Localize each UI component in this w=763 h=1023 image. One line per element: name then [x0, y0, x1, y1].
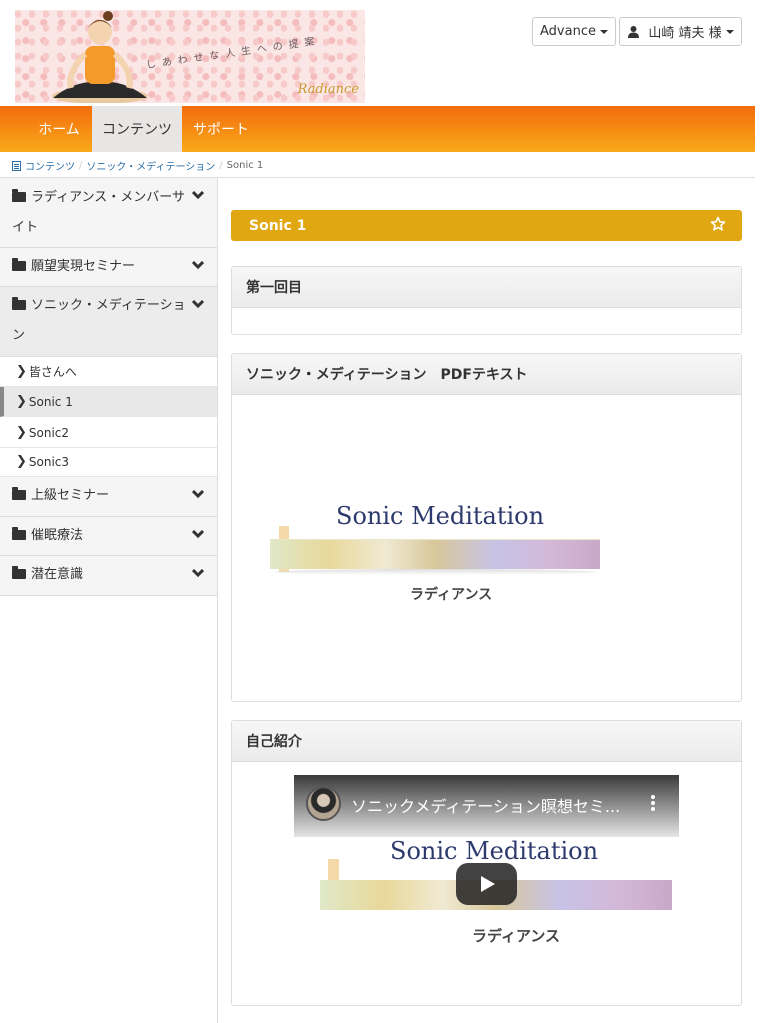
breadcrumb-separator: / — [79, 160, 83, 171]
sidebar-subitem-label: Sonic2 — [28, 425, 70, 440]
image-subtitle: ラディアンス — [410, 587, 493, 603]
sidebar-item-radiance-member-site[interactable]: ラディアンス・メンバーサイト — [0, 178, 217, 248]
sidebar-item-label: ラディアンス・メンバーサイト — [12, 190, 186, 235]
chevron-down-icon — [192, 490, 204, 499]
chevron-right-icon: ❯ — [16, 394, 27, 409]
strip-shadow — [274, 569, 596, 575]
radiance-logo: Radiance — [297, 82, 359, 97]
breadcrumb-sonic-meditation[interactable]: ソニック・メディテーション — [86, 158, 215, 173]
chevron-down-icon — [192, 530, 204, 539]
folder-open-icon — [12, 258, 26, 271]
user-menu-button[interactable]: 山崎 靖夫 様 — [619, 17, 742, 46]
sidebar-subitem-sonic3[interactable]: ❯ Sonic3 — [0, 447, 217, 477]
panel-heading: 第一回目 — [232, 267, 741, 308]
sidebar-subitem-sonic1[interactable]: ❯ Sonic 1 — [0, 387, 217, 417]
list-icon — [12, 160, 21, 171]
chevron-down-icon — [192, 300, 204, 309]
youtube-video-embed[interactable]: Sonic Meditation ラディアンス ソニックメディテーション瞑想セミ… — [294, 775, 679, 958]
advance-label: Advance — [540, 24, 596, 39]
nav-home[interactable]: ホーム — [26, 106, 92, 152]
video-title[interactable]: ソニックメディテーション瞑想セミ... — [351, 793, 620, 817]
main-navbar: ホーム コンテンツ サポート — [0, 106, 755, 152]
chevron-right-icon: ❯ — [16, 425, 27, 440]
chevron-down-icon — [192, 261, 204, 270]
image-title: Sonic Meditation — [336, 502, 545, 530]
star-icon[interactable] — [710, 216, 726, 232]
chevron-down-icon — [192, 569, 204, 578]
folder-open-icon — [12, 487, 26, 500]
chevron-down-icon — [192, 191, 204, 200]
breadcrumb-current: Sonic 1 — [226, 160, 264, 171]
user-name: 山崎 靖夫 様 — [648, 26, 722, 41]
page-title: Sonic 1 — [249, 217, 307, 234]
advance-dropdown-button[interactable]: Advance — [532, 17, 616, 46]
sidebar-item-label: 願望実現セミナー — [31, 259, 136, 274]
folder-open-icon — [12, 297, 26, 310]
page-title-bar: Sonic 1 — [231, 210, 742, 241]
folder-open-icon — [12, 189, 26, 202]
nav-contents[interactable]: コンテンツ — [92, 106, 182, 152]
sidebar-subitem-sonic2[interactable]: ❯ Sonic2 — [0, 418, 217, 448]
chevron-right-icon: ❯ — [16, 454, 27, 469]
sidebar-item-label: 催眠療法 — [31, 528, 84, 543]
nav-support[interactable]: サポート — [182, 106, 260, 152]
channel-avatar[interactable] — [306, 786, 341, 821]
video-image-title: Sonic Meditation — [390, 837, 599, 865]
folder-open-icon — [12, 566, 26, 579]
sonic-meditation-image[interactable]: Sonic Meditation ラディアンス — [270, 502, 600, 604]
caret-down-icon — [725, 29, 734, 34]
panel-pdf-text: ソニック・メディテーション PDFテキスト Sonic Meditation ラ… — [231, 353, 742, 702]
folder-open-icon — [12, 527, 26, 540]
sidebar-item-advanced-seminar[interactable]: 上級セミナー — [0, 477, 217, 517]
header: しあわせな人生への提案 Radiance Advance 山崎 靖夫 様 — [0, 0, 763, 106]
site-banner[interactable]: しあわせな人生への提案 Radiance — [15, 10, 365, 103]
panel-heading: 自己紹介 — [232, 721, 741, 762]
user-icon — [628, 26, 640, 38]
caret-down-icon — [599, 29, 608, 34]
video-image-subtitle: ラディアンス — [472, 927, 561, 945]
panel-self-introduction: 自己紹介 Sonic Meditation ラディアンス ソニックメディテーショ… — [231, 720, 742, 1006]
sidebar-item-subconscious[interactable]: 潜在意識 — [0, 556, 217, 596]
breadcrumb-separator: / — [219, 160, 223, 171]
sidebar-item-label: ソニック・メディテーション — [12, 298, 186, 343]
sidebar-subitem-label: Sonic 1 — [28, 394, 73, 409]
sidebar-item-wish-seminar[interactable]: 願望実現セミナー — [0, 248, 217, 287]
panel-first-session: 第一回目 — [231, 266, 742, 335]
breadcrumb: コンテンツ / ソニック・メディテーション / Sonic 1 — [12, 158, 263, 173]
sidebar-item-sonic-meditation[interactable]: ソニック・メディテーション — [0, 287, 217, 357]
decorative-strip — [270, 539, 600, 569]
chevron-right-icon: ❯ — [16, 364, 27, 379]
sidebar: ラディアンス・メンバーサイト 願望実現セミナー ソニック・メディテーション ❯ 皆… — [0, 178, 218, 1023]
sidebar-item-label: 潜在意識 — [31, 567, 84, 582]
sidebar-item-hypnotherapy[interactable]: 催眠療法 — [0, 517, 217, 556]
panel-heading: ソニック・メディテーション PDFテキスト — [232, 354, 741, 395]
more-options-icon[interactable] — [651, 795, 655, 813]
breadcrumb-contents[interactable]: コンテンツ — [25, 158, 75, 173]
sidebar-item-label: 上級セミナー — [31, 488, 110, 503]
sidebar-subitem-everyone[interactable]: ❯ 皆さんへ — [0, 357, 217, 387]
play-button[interactable] — [456, 863, 517, 905]
sidebar-subitem-label: 皆さんへ — [28, 365, 77, 379]
sidebar-subitem-label: Sonic3 — [28, 454, 70, 469]
